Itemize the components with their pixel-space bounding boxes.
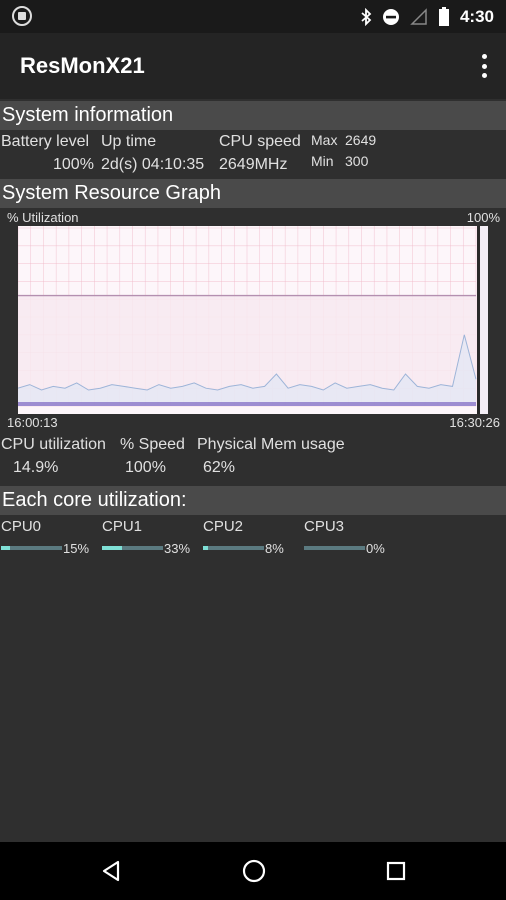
graph-cursor-line: [477, 226, 480, 414]
do-not-disturb-icon: [382, 8, 400, 26]
core-bar-fill: [102, 546, 123, 550]
battery-icon: [438, 6, 450, 27]
core-bar: [1, 546, 62, 550]
core-bar: [102, 546, 163, 550]
core-percent: 33%: [164, 541, 191, 556]
speed-value: 100%: [125, 459, 166, 476]
home-circle-icon[interactable]: [239, 856, 269, 886]
navigation-bar: [0, 842, 506, 900]
y-axis-label: % Utilization: [7, 210, 79, 225]
battery-label: Battery level: [1, 133, 90, 150]
core-label: CPU3: [304, 518, 345, 535]
cpu-speed-value: 2649MHz: [219, 156, 288, 173]
app-notification-icon: [12, 6, 32, 26]
resource-graph-header: System Resource Graph: [0, 179, 506, 208]
cpu-speed-label: CPU speed: [219, 133, 301, 150]
app-bar: ResMonX21: [0, 33, 506, 99]
speed-label: % Speed: [120, 436, 185, 453]
core-bar-fill: [203, 546, 208, 550]
memory-usage-label: Physical Mem usage: [197, 436, 345, 453]
core-bar: [304, 546, 365, 550]
bluetooth-icon: [360, 7, 372, 26]
memory-usage-value: 62%: [203, 459, 236, 476]
app-title: ResMonX21: [20, 53, 145, 78]
graph-bottom-band: [18, 402, 476, 406]
core-bar: [203, 546, 264, 550]
core-percent: 0%: [366, 541, 385, 556]
resource-graph-svg: [18, 226, 488, 414]
core-percent: 8%: [265, 541, 284, 556]
battery-value: 100%: [53, 156, 94, 173]
cpu-utilization-label: CPU utilization: [1, 436, 106, 453]
min-label: Min: [311, 153, 334, 169]
status-time: 4:30: [459, 6, 494, 26]
cpu-utilization-value: 14.9%: [13, 459, 59, 476]
core-percent: 15%: [63, 541, 90, 556]
core-label: CPU0: [1, 518, 42, 535]
y-axis-max-label: 100%: [466, 210, 500, 225]
min-value: 300: [345, 153, 369, 169]
recents-square-icon[interactable]: [381, 856, 411, 886]
max-label: Max: [311, 132, 338, 148]
max-value: 2649: [345, 132, 377, 148]
uptime-value: 2d(s) 04:10:35: [101, 156, 205, 173]
more-vert-icon[interactable]: [478, 51, 490, 81]
core-bar-fill: [1, 546, 11, 550]
status-bar: 4:30: [0, 0, 506, 33]
status-icons: 4:30: [360, 0, 494, 33]
x-axis-end: 16:30:26: [449, 415, 500, 430]
core-label: CPU2: [203, 518, 244, 535]
x-axis-start: 16:00:13: [7, 415, 58, 430]
core-utilization-header: Each core utilization:: [0, 486, 506, 515]
resource-graph: [18, 226, 488, 414]
graph-right-strip: [480, 226, 488, 414]
uptime-label: Up time: [101, 133, 157, 150]
core-label: CPU1: [102, 518, 143, 535]
signal-icon: [410, 7, 428, 26]
back-triangle-icon[interactable]: [96, 856, 126, 886]
system-information-header: System information: [0, 101, 506, 130]
